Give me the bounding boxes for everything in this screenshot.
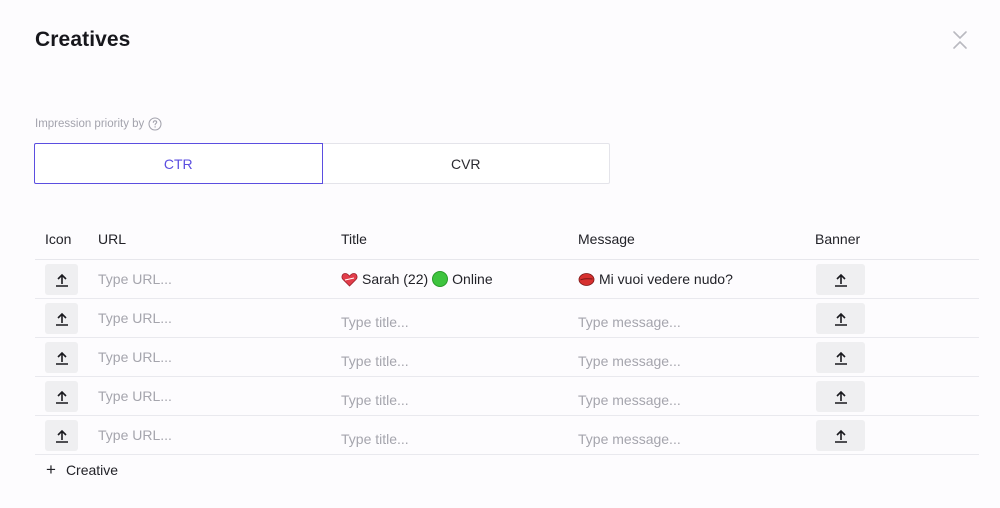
url-input[interactable] [98, 416, 328, 454]
url-input[interactable] [98, 377, 328, 415]
title-name: Sarah (22) [362, 271, 429, 287]
title-status: Online [452, 271, 493, 287]
title-input[interactable] [341, 420, 566, 458]
question-circle-icon[interactable] [148, 117, 162, 131]
banner-upload-button[interactable] [816, 303, 865, 334]
upload-icon [834, 351, 847, 365]
header-icon: Icon [45, 231, 72, 247]
upload-icon [834, 273, 847, 287]
impression-priority-label: Impression priority by [35, 118, 145, 130]
plus-icon: + [46, 460, 56, 479]
table-row [35, 299, 979, 341]
message-input[interactable] [578, 381, 803, 419]
impression-priority-label-row: Impression priority by [35, 117, 162, 131]
table-row [35, 416, 979, 458]
url-input[interactable] [98, 299, 328, 337]
impression-priority-toggle: CTR CVR [34, 143, 610, 184]
banner-upload-button[interactable] [816, 381, 865, 412]
upload-icon [55, 429, 68, 443]
header-title: Title [341, 231, 367, 247]
modal-title: Creatives [35, 28, 131, 51]
icon-upload-button[interactable] [45, 264, 78, 295]
header-banner: Banner [815, 231, 861, 247]
option-ctr[interactable]: CTR [34, 143, 323, 184]
upload-icon [834, 390, 847, 404]
icon-upload-button[interactable] [45, 342, 78, 373]
table-row: Sarah (22) Online Mi vuoi vedere nudo? [35, 260, 979, 299]
icon-upload-button[interactable] [45, 420, 78, 451]
option-cvr[interactable]: CVR [322, 143, 610, 184]
title-field[interactable]: Sarah (22) Online [341, 271, 493, 287]
add-creative-button[interactable]: + Creative [46, 460, 119, 479]
header-url: URL [98, 231, 127, 247]
url-input[interactable] [98, 260, 328, 298]
title-input[interactable] [341, 381, 566, 419]
icon-upload-button[interactable] [45, 381, 78, 412]
upload-icon [55, 351, 68, 365]
banner-upload-button[interactable] [816, 420, 865, 451]
heart-icon [341, 272, 358, 287]
upload-icon [55, 390, 68, 404]
close-icon[interactable] [948, 28, 972, 52]
message-input[interactable] [578, 342, 803, 380]
message-text: Mi vuoi vedere nudo? [599, 271, 733, 287]
add-creative-label: Creative [65, 462, 119, 478]
table-row [35, 377, 979, 419]
upload-icon [55, 273, 68, 287]
upload-icon [834, 429, 847, 443]
title-input[interactable] [341, 303, 566, 341]
table-row [35, 338, 979, 380]
table-header: Icon URL Title Message Banner [35, 222, 979, 260]
title-input[interactable] [341, 342, 566, 380]
header-message: Message [578, 231, 635, 247]
creatives-table: Icon URL Title Message Banner Sarah (22)… [35, 222, 979, 458]
green-circle-icon [432, 271, 449, 287]
lips-icon [578, 272, 595, 286]
message-input[interactable] [578, 420, 803, 458]
banner-upload-button[interactable] [816, 264, 865, 295]
icon-upload-button[interactable] [45, 303, 78, 334]
message-field[interactable]: Mi vuoi vedere nudo? [578, 271, 733, 287]
message-input[interactable] [578, 303, 803, 341]
url-input[interactable] [98, 338, 328, 376]
upload-icon [834, 312, 847, 326]
banner-upload-button[interactable] [816, 342, 865, 373]
upload-icon [55, 312, 68, 326]
